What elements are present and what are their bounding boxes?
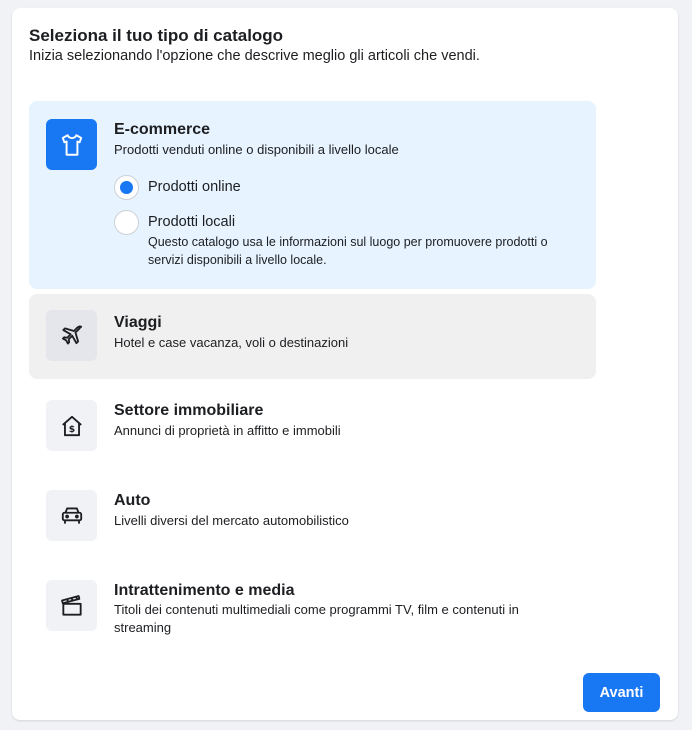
radio-online-products[interactable] bbox=[114, 175, 139, 200]
page-title: Seleziona il tuo tipo di catalogo bbox=[29, 26, 284, 45]
option-entertainment-media[interactable]: Intrattenimento e media Titoli dei conte… bbox=[29, 564, 596, 654]
option-title: Auto bbox=[114, 492, 151, 509]
catalog-type-dialog: Seleziona il tuo tipo di catalogo Inizia… bbox=[12, 8, 678, 720]
radio-label-local[interactable]: Prodotti locali bbox=[148, 214, 235, 230]
option-title: Settore immobiliare bbox=[114, 402, 264, 419]
option-title: Viaggi bbox=[114, 314, 162, 331]
option-description: Hotel e case vacanza, voli o destinazion… bbox=[114, 335, 349, 350]
option-ecommerce[interactable]: E-commerce Prodotti venduti online o dis… bbox=[29, 101, 596, 289]
option-description: Titoli dei contenuti multimediali come p… bbox=[114, 602, 519, 635]
option-description: Annunci di proprietà in affitto e immobi… bbox=[114, 423, 341, 438]
radio-local-description: Questo catalogo usa le informazioni sul … bbox=[148, 235, 548, 267]
house-dollar-icon: $ bbox=[46, 400, 97, 451]
option-title: E-commerce bbox=[114, 121, 211, 138]
radio-local-products[interactable] bbox=[114, 210, 139, 235]
svg-text:$: $ bbox=[68, 423, 74, 434]
option-auto[interactable]: Auto Livelli diversi del mercato automob… bbox=[29, 474, 596, 559]
option-description: Livelli diversi del mercato automobilist… bbox=[114, 513, 349, 528]
radio-label-online[interactable]: Prodotti online bbox=[148, 179, 241, 195]
option-travel[interactable]: Viaggi Hotel e case vacanza, voli o dest… bbox=[29, 294, 596, 379]
tshirt-icon bbox=[46, 119, 97, 170]
option-title: Intrattenimento e media bbox=[114, 582, 295, 599]
car-icon bbox=[46, 490, 97, 541]
option-real-estate[interactable]: $ Settore immobiliare Annunci di proprie… bbox=[29, 384, 596, 469]
option-description: Prodotti venduti online o disponibili a … bbox=[114, 142, 399, 157]
next-button[interactable]: Avanti bbox=[583, 673, 660, 712]
airplane-icon bbox=[46, 310, 97, 361]
page-subtitle: Inizia selezionando l'opzione che descri… bbox=[29, 48, 480, 64]
clapperboard-icon bbox=[46, 580, 97, 631]
